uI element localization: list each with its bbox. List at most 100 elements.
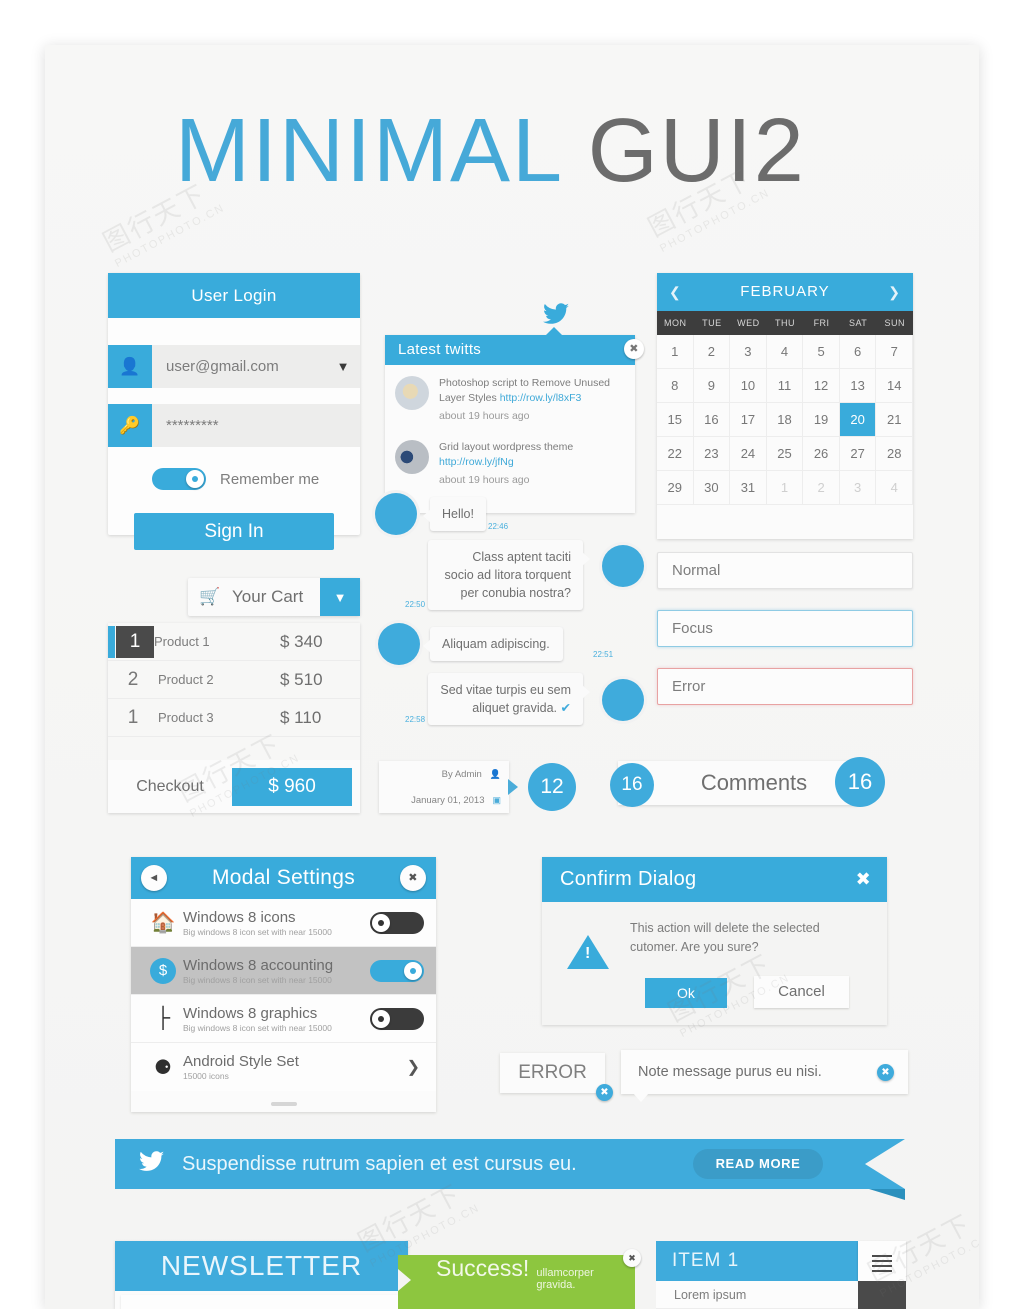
note-tooltip: Note message purus eu nisi. ✖ xyxy=(621,1050,908,1102)
calendar-day[interactable]: 16 xyxy=(693,403,731,437)
calendar-day[interactable]: 23 xyxy=(693,437,731,471)
hamburger-icon[interactable] xyxy=(858,1241,906,1281)
sign-in-button[interactable]: Sign In xyxy=(134,513,334,550)
comments-count-badge[interactable]: 16 xyxy=(610,763,654,807)
close-icon[interactable]: ✖ xyxy=(624,339,644,359)
chevron-down-icon[interactable]: ▼ xyxy=(326,359,360,374)
close-icon[interactable]: ✖ xyxy=(623,1249,641,1267)
calendar-day[interactable]: 15 xyxy=(657,403,694,437)
calendar-day[interactable]: 25 xyxy=(766,437,804,471)
calendar-day[interactable]: 17 xyxy=(730,403,767,437)
bubble-count-badge[interactable]: 16 xyxy=(835,757,885,807)
cart-dropdown-toggle[interactable]: ▼ xyxy=(320,578,360,616)
comments-button[interactable]: Comments xyxy=(618,761,858,805)
login-header: User Login xyxy=(108,273,360,318)
select-dropdown: ITEM 1 ▼ Lorem ipsum xyxy=(656,1241,906,1309)
close-circle-icon[interactable]: ✖ xyxy=(596,1084,613,1101)
calendar-day[interactable]: 9 xyxy=(693,369,731,403)
calendar-day-muted[interactable]: 2 xyxy=(803,471,840,505)
calendar-day[interactable]: 24 xyxy=(730,437,767,471)
tweet-link[interactable]: http://row.ly/jfNg xyxy=(439,456,514,468)
calendar-day[interactable]: 12 xyxy=(803,369,840,403)
calendar-day[interactable]: 6 xyxy=(839,335,877,369)
shopping-cart-icon: 🛒 xyxy=(199,587,221,606)
cart-row-1[interactable]: 1 Product 1 $ 340 xyxy=(108,623,360,661)
input-normal[interactable]: Normal xyxy=(657,552,913,589)
input-focus[interactable]: Focus xyxy=(657,610,913,647)
calendar-day[interactable]: 27 xyxy=(839,437,877,471)
password-field[interactable]: 🔑 ********* xyxy=(108,404,360,447)
tweet-body: Photoshop script to Remove Unused Layer … xyxy=(439,376,625,425)
calendar-day[interactable]: 19 xyxy=(803,403,840,437)
checkout-total-button[interactable]: $ 960 xyxy=(232,767,352,806)
input-error[interactable]: Error xyxy=(657,668,913,705)
post-author-label: By Admin xyxy=(441,768,482,780)
calendar-day[interactable]: 26 xyxy=(803,437,840,471)
calendar-day[interactable]: 4 xyxy=(766,335,804,369)
calendar-day[interactable]: 18 xyxy=(766,403,804,437)
row-toggle[interactable] xyxy=(370,1007,424,1030)
chevron-left-icon[interactable]: ◄ xyxy=(141,865,167,891)
close-icon[interactable]: ✖ xyxy=(400,865,426,891)
username-field[interactable]: 👤 user@gmail.com ▼ xyxy=(108,345,360,388)
modal-row-windows8-icons[interactable]: 🏠 Windows 8 icons Big windows 8 icon set… xyxy=(131,899,436,947)
calendar-day[interactable]: 11 xyxy=(766,369,804,403)
modal-row-windows8-graphics[interactable]: ├ Windows 8 graphics Big windows 8 icon … xyxy=(131,995,436,1043)
calendar-day-muted[interactable]: 3 xyxy=(839,471,877,505)
calendar-day[interactable]: 13 xyxy=(839,369,877,403)
modal-row-windows8-accounting[interactable]: $ Windows 8 accounting Big windows 8 ico… xyxy=(131,947,436,995)
select-options[interactable]: Lorem ipsum xyxy=(656,1281,858,1309)
cancel-button[interactable]: Cancel xyxy=(754,976,849,1008)
close-icon[interactable]: ✖ xyxy=(856,857,871,902)
count-badge[interactable]: 12 xyxy=(528,763,576,811)
calendar-day[interactable]: 21 xyxy=(876,403,913,437)
chevron-right-icon[interactable]: ❯ xyxy=(407,1057,424,1077)
calendar-day[interactable]: 10 xyxy=(730,369,767,403)
modal-row-title: Windows 8 icons xyxy=(183,908,296,926)
chat-read-check-icon: ✔ xyxy=(560,701,571,716)
calendar-day[interactable]: 30 xyxy=(693,471,731,505)
ribbon-fold xyxy=(869,1189,905,1200)
warning-triangle-icon xyxy=(567,935,609,969)
calendar-weekday: SAT xyxy=(848,318,868,328)
close-circle-icon[interactable]: ✖ xyxy=(877,1063,894,1081)
calendar-day[interactable]: 29 xyxy=(657,471,694,505)
latest-twitts-panel: Latest twitts ✖ Photoshop script to Remo… xyxy=(385,327,644,513)
calendar-day[interactable]: 22 xyxy=(657,437,694,471)
calendar-day-muted[interactable]: 1 xyxy=(766,471,804,505)
calendar-day[interactable]: 31 xyxy=(730,471,767,505)
drag-handle[interactable] xyxy=(270,1102,297,1106)
remember-me-row[interactable]: Remember me xyxy=(108,459,360,499)
calendar-day[interactable]: 3 xyxy=(730,335,767,369)
calendar-day[interactable]: 2 xyxy=(693,335,731,369)
your-cart-button[interactable]: 🛒 Your Cart ▼ xyxy=(188,578,360,616)
row-toggle[interactable] xyxy=(370,911,424,934)
calendar-day[interactable]: 20 xyxy=(839,403,877,437)
calendar-day-muted[interactable]: 4 xyxy=(876,471,913,505)
calendar-day[interactable]: 14 xyxy=(876,369,913,403)
remember-me-toggle[interactable] xyxy=(152,468,206,490)
chevron-right-icon[interactable]: ❯ xyxy=(888,273,901,311)
ok-button[interactable]: Ok xyxy=(645,978,727,1008)
select-option-0[interactable]: Lorem ipsum xyxy=(656,1281,858,1309)
calendar-day[interactable]: 28 xyxy=(876,437,913,471)
modal-row-android-style-set[interactable]: ⚈ Android Style Set 15000 icons ❯ xyxy=(131,1043,436,1091)
note-text: Note message purus eu nisi. xyxy=(638,1064,822,1080)
chevron-left-icon[interactable]: ❮ xyxy=(669,273,682,311)
calendar-day[interactable]: 5 xyxy=(803,335,840,369)
calendar-day[interactable]: 1 xyxy=(657,335,694,369)
cart-row-3[interactable]: 1 Product 3 $ 110 xyxy=(108,699,360,737)
tweet-item[interactable]: Photoshop script to Remove Unused Layer … xyxy=(385,365,635,429)
row-toggle[interactable] xyxy=(370,959,424,982)
cart-price: $ 340 xyxy=(280,631,323,651)
calendar-day[interactable]: 7 xyxy=(876,335,913,369)
calendar-day-grid[interactable]: 1 2 3 4 5 6 7 8 9 10 11 12 13 14 15 16 17 18 19 20 21 22 23 24 2… xyxy=(657,335,913,505)
read-more-button[interactable]: READ MORE xyxy=(693,1149,823,1179)
tweet-item[interactable]: Grid layout wordpress theme http://row.l… xyxy=(385,429,635,493)
error-label-text: ERROR xyxy=(518,1062,587,1083)
tweet-link[interactable]: http://row.ly/l8xF3 xyxy=(500,392,582,404)
cart-row-2[interactable]: 2 Product 2 $ 510 xyxy=(108,661,360,699)
ribbon-text: Suspendisse rutrum sapien et est cursus … xyxy=(182,1152,577,1175)
calendar-day[interactable]: 8 xyxy=(657,369,694,403)
newsletter-input[interactable] xyxy=(121,1295,402,1309)
